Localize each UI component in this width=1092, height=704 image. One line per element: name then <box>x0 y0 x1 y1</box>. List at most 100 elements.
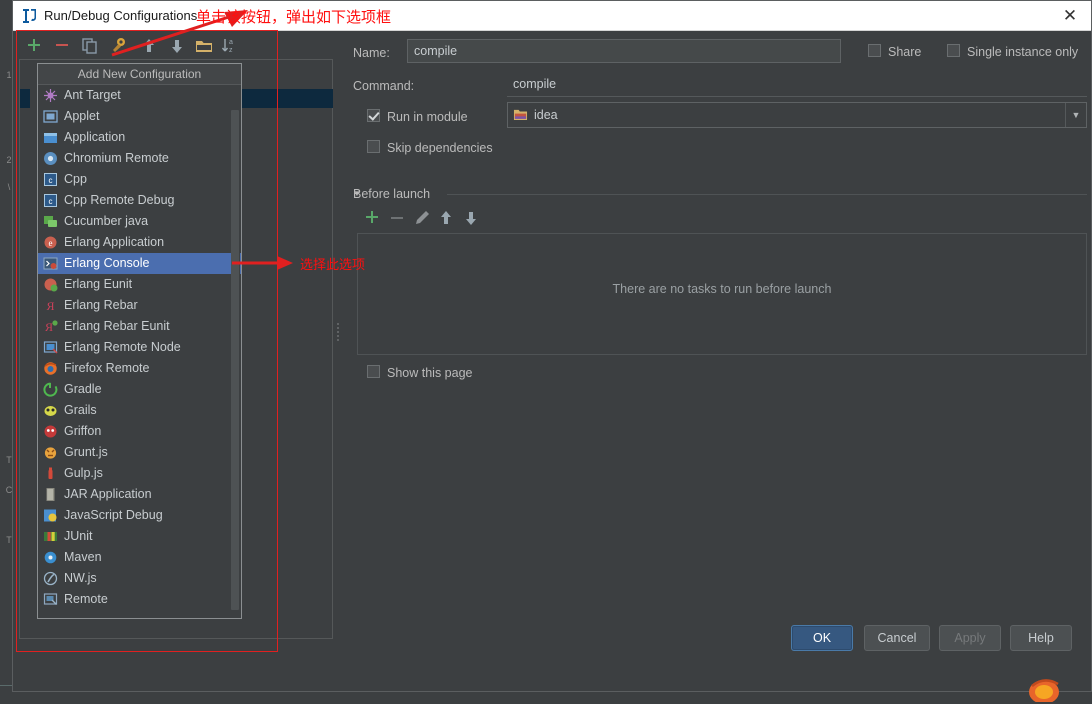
rebar-eunit-icon: Я <box>43 319 58 334</box>
configuration-type-item[interactable]: Maven <box>38 547 241 568</box>
task-move-up-button[interactable] <box>435 207 457 229</box>
configuration-type-item[interactable]: Grunt.js <box>38 442 241 463</box>
popup-scrollbar-track[interactable] <box>231 86 240 618</box>
run-in-module-checkbox[interactable]: Run in module <box>367 109 468 125</box>
move-into-folder-button[interactable] <box>193 35 215 57</box>
close-icon[interactable]: ✕ <box>1059 5 1081 27</box>
configuration-type-list[interactable]: Ant Target Applet Application Chromium Remo… <box>38 85 241 618</box>
add-new-configuration-popup[interactable]: Add New Configuration Ant Target Applet Ap… <box>37 63 242 619</box>
dialog-title: Run/Debug Configurations <box>44 8 198 23</box>
single-instance-label: Single instance only <box>967 45 1079 59</box>
configuration-type-label: JUnit <box>64 529 93 543</box>
chromium-icon <box>43 151 58 166</box>
move-up-button[interactable] <box>138 35 160 57</box>
configuration-type-item[interactable]: e Erlang Application <box>38 232 241 253</box>
help-button[interactable]: Help <box>1010 625 1072 651</box>
configuration-type-item[interactable]: Gradle <box>38 379 241 400</box>
skip-dependencies-checkbox[interactable]: Skip dependencies <box>367 140 493 156</box>
configuration-type-item[interactable]: JavaScript Debug <box>38 505 241 526</box>
before-launch-toolbar <box>361 207 501 231</box>
add-task-button[interactable] <box>361 207 383 229</box>
apply-button[interactable]: Apply <box>939 625 1001 651</box>
svg-text:a: a <box>229 39 233 46</box>
show-this-page-checkbox-box <box>367 365 380 378</box>
configuration-type-item[interactable]: c Cpp <box>38 169 241 190</box>
sort-configurations-button[interactable]: a z <box>219 35 241 57</box>
configuration-type-label: Erlang Rebar Eunit <box>64 319 170 333</box>
configuration-type-item[interactable]: c Cpp Remote Debug <box>38 190 241 211</box>
panel-splitter-grip[interactable] <box>335 321 340 351</box>
task-move-down-button[interactable] <box>460 207 482 229</box>
configuration-type-label: Gradle <box>64 382 102 396</box>
run-in-module-checkbox-box <box>367 109 380 122</box>
add-configuration-button[interactable] <box>23 35 45 57</box>
svg-text:Я: Я <box>46 299 54 313</box>
grails-icon <box>43 403 58 418</box>
rebar-icon: Я <box>43 298 58 313</box>
configuration-type-label: Griffon <box>64 424 102 438</box>
command-label: Command: <box>353 79 415 93</box>
tree-selected-row[interactable] <box>235 89 333 108</box>
configuration-type-item[interactable]: Firefox Remote <box>38 358 241 379</box>
copy-configuration-button[interactable] <box>79 35 101 57</box>
nwjs-icon <box>43 571 58 586</box>
erlang-icon: e <box>43 235 58 250</box>
folder-icon <box>513 109 528 120</box>
annotation-click-button: 单击该按钮，弹出如下选项框 <box>196 8 392 26</box>
configuration-type-item[interactable]: Я Erlang Rebar Eunit <box>38 316 241 337</box>
configuration-type-item[interactable]: JAR Application <box>38 484 241 505</box>
configuration-type-item[interactable]: Application <box>38 127 241 148</box>
show-this-page-label: Show this page <box>387 366 473 380</box>
share-checkbox[interactable]: Share <box>868 44 921 60</box>
cucumber-icon <box>43 214 58 229</box>
configuration-type-label: Cpp Remote Debug <box>64 193 175 207</box>
remove-configuration-button[interactable] <box>51 35 73 57</box>
configuration-type-item[interactable]: Griffon <box>38 421 241 442</box>
configuration-type-item[interactable]: NW.js <box>38 568 241 589</box>
skip-dependencies-label: Skip dependencies <box>387 141 493 155</box>
configuration-type-label: Erlang Rebar <box>64 298 138 312</box>
edit-templates-button[interactable] <box>108 35 130 57</box>
screen-root: 1 2 \ T C T 11 Run/Debug Configurations … <box>0 0 1092 704</box>
configuration-type-label: Gulp.js <box>64 466 103 480</box>
show-this-page-checkbox[interactable]: Show this page <box>367 365 472 381</box>
applet-icon <box>43 109 58 124</box>
ant-icon <box>43 88 58 103</box>
configuration-type-item[interactable]: Erlang Remote Node <box>38 337 241 358</box>
firefox-icon <box>43 361 58 376</box>
chevron-down-icon[interactable]: ▼ <box>1065 103 1086 127</box>
configuration-type-item[interactable]: Erlang Eunit <box>38 274 241 295</box>
configuration-type-item[interactable]: Я Erlang Rebar <box>38 295 241 316</box>
popup-scrollbar-thumb[interactable] <box>231 110 239 610</box>
svg-text:c: c <box>49 197 53 206</box>
configuration-type-item[interactable]: JUnit <box>38 526 241 547</box>
ok-button[interactable]: OK <box>791 625 853 651</box>
share-checkbox-box <box>868 44 881 57</box>
module-combobox[interactable]: idea ▼ <box>507 102 1087 128</box>
configuration-type-item[interactable]: Ant Target <box>38 85 241 106</box>
dialog-title-bar: Run/Debug Configurations ✕ <box>13 1 1091 31</box>
configuration-type-item[interactable]: Applet <box>38 106 241 127</box>
popup-header: Add New Configuration <box>38 64 241 85</box>
configuration-form: Name: compile Share Single instance only… <box>347 35 1087 635</box>
skip-dependencies-checkbox-box <box>367 140 380 153</box>
edit-task-button[interactable] <box>411 207 433 229</box>
configuration-type-item[interactable]: Remote <box>38 589 241 610</box>
command-input[interactable]: compile <box>507 73 1087 97</box>
tree-selected-row-left[interactable] <box>20 89 30 108</box>
remove-task-button[interactable] <box>386 207 408 229</box>
cancel-button[interactable]: Cancel <box>864 625 930 651</box>
move-down-button[interactable] <box>166 35 188 57</box>
configuration-type-label: Ant Target <box>64 88 121 102</box>
configuration-type-label: Applet <box>64 109 100 123</box>
configuration-type-item[interactable]: Chromium Remote <box>38 148 241 169</box>
configuration-type-item[interactable]: Gulp.js <box>38 463 241 484</box>
svg-text:z: z <box>229 47 233 54</box>
single-instance-checkbox[interactable]: Single instance only <box>947 44 1078 60</box>
name-input[interactable]: compile <box>407 39 841 63</box>
configuration-type-item[interactable]: Grails <box>38 400 241 421</box>
configuration-type-item[interactable]: Cucumber java <box>38 211 241 232</box>
configuration-type-label: Chromium Remote <box>64 151 169 165</box>
before-launch-task-list[interactable]: There are no tasks to run before launch <box>357 233 1087 355</box>
configuration-type-item[interactable]: Erlang Console <box>38 253 241 274</box>
